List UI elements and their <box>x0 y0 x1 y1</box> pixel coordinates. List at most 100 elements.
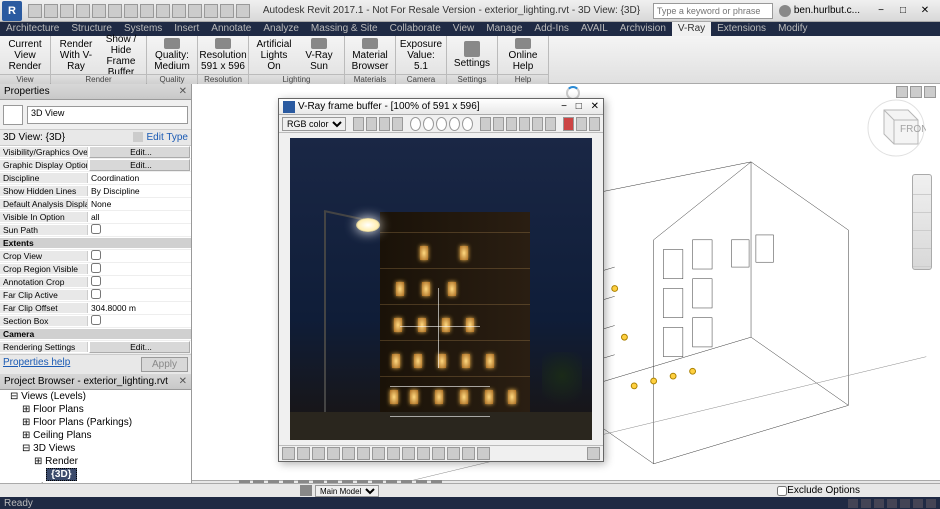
vfb-blue-icon[interactable] <box>436 117 447 131</box>
prop-value[interactable]: Edit... <box>89 341 190 353</box>
vfb-close-button[interactable]: ✕ <box>591 101 599 112</box>
vfb-green-icon[interactable] <box>423 117 434 131</box>
qat-3d-icon[interactable] <box>172 4 186 18</box>
vfb-render-image[interactable] <box>290 138 592 440</box>
ribbon-resolution-----x----[interactable]: Resolution 591 x 596 <box>202 38 244 72</box>
ribbon-exposure-value-----[interactable]: Exposure Value: 5.1 <box>400 38 442 72</box>
sel-face-icon[interactable] <box>900 499 910 508</box>
vfb-f-bg-icon[interactable] <box>342 447 355 460</box>
prop-checkbox[interactable] <box>91 250 101 260</box>
properties-close-icon[interactable]: ✕ <box>179 86 187 97</box>
nav-zoom-icon[interactable] <box>913 213 931 231</box>
viewcube[interactable]: FRONT <box>866 98 926 158</box>
vfb-f-ocio-icon[interactable] <box>372 447 385 460</box>
vfb-swap-icon[interactable] <box>493 117 504 131</box>
sel-pin-icon[interactable] <box>887 499 897 508</box>
vfb-f-exposure-icon[interactable] <box>297 447 310 460</box>
ribbon-artificial-lights-on[interactable]: Artificial Lights On <box>253 38 295 72</box>
vfb-f-stamp-icon[interactable] <box>417 447 430 460</box>
vfb-f-expand-icon[interactable] <box>587 447 600 460</box>
vfb-clear-icon[interactable] <box>392 117 403 131</box>
tile-views-icon[interactable] <box>896 86 908 98</box>
qat-close-icon[interactable] <box>220 4 234 18</box>
type-selector[interactable]: 3D View <box>27 106 188 124</box>
prop-checkbox[interactable] <box>91 289 101 299</box>
vfb-save-icon[interactable] <box>353 117 364 131</box>
vfb-f-lut-icon[interactable] <box>357 447 370 460</box>
tree-item[interactable]: ⊟ 3D Views <box>0 442 191 455</box>
nav-look-icon[interactable] <box>913 249 931 267</box>
navigation-bar[interactable] <box>912 174 932 270</box>
tab-modify[interactable]: Modify <box>772 22 813 36</box>
qat-save-icon[interactable] <box>44 4 58 18</box>
prop-checkbox[interactable] <box>91 224 101 234</box>
tree-item[interactable]: ⊞ Ceiling Plans <box>0 429 191 442</box>
prop-value[interactable]: By Discipline <box>88 186 191 196</box>
prop-checkbox[interactable] <box>91 263 101 273</box>
prop-value[interactable] <box>88 315 191 327</box>
prop-value[interactable]: None <box>88 199 191 209</box>
ribbon-material-browser[interactable]: Material Browser <box>349 38 391 72</box>
user-menu[interactable]: ben.hurlbut.c... <box>779 5 860 17</box>
tab-avail[interactable]: AVAIL <box>575 22 614 36</box>
nav-pan-icon[interactable] <box>913 195 931 213</box>
qat-switch-icon[interactable] <box>236 4 250 18</box>
qat-undo-icon[interactable] <box>60 4 74 18</box>
ribbon-render-with-v-ray[interactable]: Render With V-Ray <box>55 38 97 72</box>
tab-massingsite[interactable]: Massing & Site <box>305 22 384 36</box>
sel-link-icon[interactable] <box>861 499 871 508</box>
vfb-load-icon[interactable] <box>366 117 377 131</box>
vfb-f-pixel-icon[interactable] <box>447 447 460 460</box>
vfb-link-icon[interactable] <box>480 117 491 131</box>
tree-item[interactable]: {3D} <box>46 468 77 481</box>
ribbon-online-help[interactable]: Online Help <box>502 38 544 72</box>
vfb-history-icon[interactable] <box>545 117 556 131</box>
tab-view[interactable]: View <box>447 22 481 36</box>
prop-value[interactable] <box>88 263 191 275</box>
cascade-icon[interactable] <box>910 86 922 98</box>
vfb-region-icon[interactable] <box>506 117 517 131</box>
prop-value[interactable]: Edit... <box>89 159 190 171</box>
qat-redo-icon[interactable] <box>76 4 90 18</box>
sel-filter-icon[interactable] <box>848 499 858 508</box>
prop-value[interactable] <box>88 250 191 262</box>
prop-value[interactable] <box>88 224 191 236</box>
qat-tag-icon[interactable] <box>140 4 154 18</box>
ribbon-v-ray-sun[interactable]: V-Ray Sun <box>298 38 340 72</box>
prop-value[interactable]: all <box>88 212 191 222</box>
tree-item[interactable]: ⊟ Views (Levels) <box>0 390 191 403</box>
apply-button[interactable]: Apply <box>141 357 188 372</box>
design-option-select[interactable]: Main Model <box>315 485 379 497</box>
prop-checkbox[interactable] <box>91 315 101 325</box>
vfb-channel-select[interactable]: RGB color <box>282 117 346 131</box>
ribbon-show---hide-frame-buffer[interactable]: Show / Hide Frame Buffer <box>100 38 142 72</box>
vfb-maximize-button[interactable]: □ <box>576 101 582 112</box>
ribbon-quality--medium[interactable]: Quality: Medium <box>151 38 193 72</box>
maximize-button[interactable]: □ <box>894 4 912 18</box>
close-button[interactable]: ✕ <box>916 4 934 18</box>
prop-value[interactable] <box>88 276 191 288</box>
tab-archvision[interactable]: Archvision <box>614 22 672 36</box>
tree-item[interactable]: ⊞ Floor Plans (Parkings) <box>0 416 191 429</box>
qat-measure-icon[interactable] <box>108 4 122 18</box>
vfb-titlebar[interactable]: V-Ray frame buffer - [100% of 591 x 596]… <box>279 99 603 115</box>
nav-orbit-icon[interactable] <box>913 231 931 249</box>
qat-print-icon[interactable] <box>92 4 106 18</box>
vfb-f-wb-icon[interactable] <box>312 447 325 460</box>
minimize-button[interactable]: − <box>872 4 890 18</box>
qat-open-icon[interactable] <box>28 4 42 18</box>
prop-value[interactable]: Coordination <box>88 173 191 183</box>
nav-wheel-icon[interactable] <box>913 177 931 195</box>
tab-collaborate[interactable]: Collaborate <box>384 22 447 36</box>
tab-annotate[interactable]: Annotate <box>205 22 257 36</box>
properties-help-link[interactable]: Properties help <box>3 357 70 372</box>
vfb-stop-icon[interactable] <box>563 117 574 131</box>
tab-addins[interactable]: Add-Ins <box>528 22 574 36</box>
sel-underlay-icon[interactable] <box>874 499 884 508</box>
tab-vray[interactable]: V-Ray <box>672 22 711 36</box>
vfb-alpha-icon[interactable] <box>449 117 460 131</box>
vfb-f-srgb-icon[interactable] <box>402 447 415 460</box>
vfb-f-icc-icon[interactable] <box>387 447 400 460</box>
prop-value[interactable]: 304.8000 m <box>88 303 191 313</box>
tab-extensions[interactable]: Extensions <box>711 22 772 36</box>
